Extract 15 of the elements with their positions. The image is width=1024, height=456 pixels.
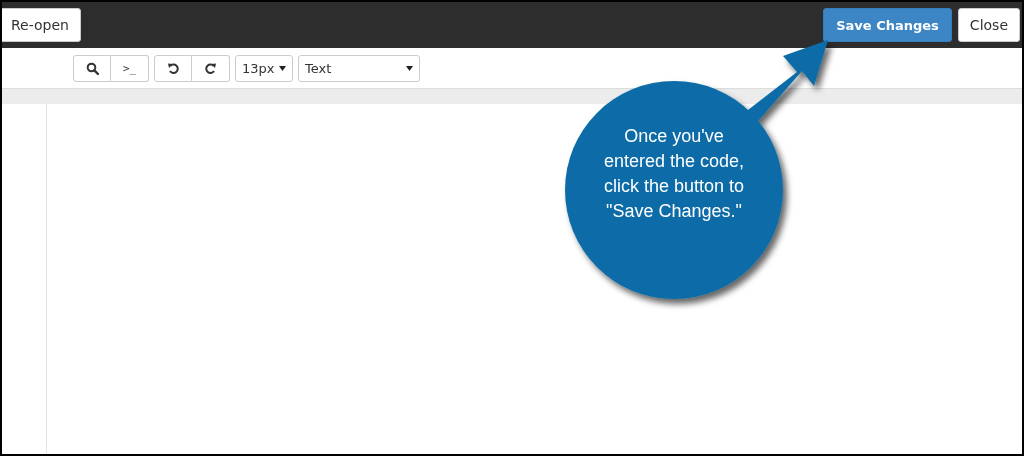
redo-button[interactable] <box>192 54 230 82</box>
undo-button[interactable] <box>154 54 192 82</box>
mode-select[interactable]: Text <box>298 54 420 82</box>
font-size-select[interactable]: 13px <box>235 54 293 82</box>
caret-icon <box>279 65 286 71</box>
callout-text: Once you've entered the code, click the button to "Save Changes." <box>602 125 746 223</box>
undo-icon <box>166 61 180 75</box>
close-button[interactable]: Close <box>957 8 1020 42</box>
search-icon <box>85 61 99 75</box>
redo-icon <box>204 61 217 75</box>
reopen-button[interactable]: Re-open <box>2 8 81 42</box>
caret-icon <box>406 65 413 71</box>
search-button[interactable] <box>73 54 111 82</box>
console-button[interactable]: >_ <box>111 54 149 82</box>
save-changes-button[interactable]: Save Changes <box>823 8 952 42</box>
